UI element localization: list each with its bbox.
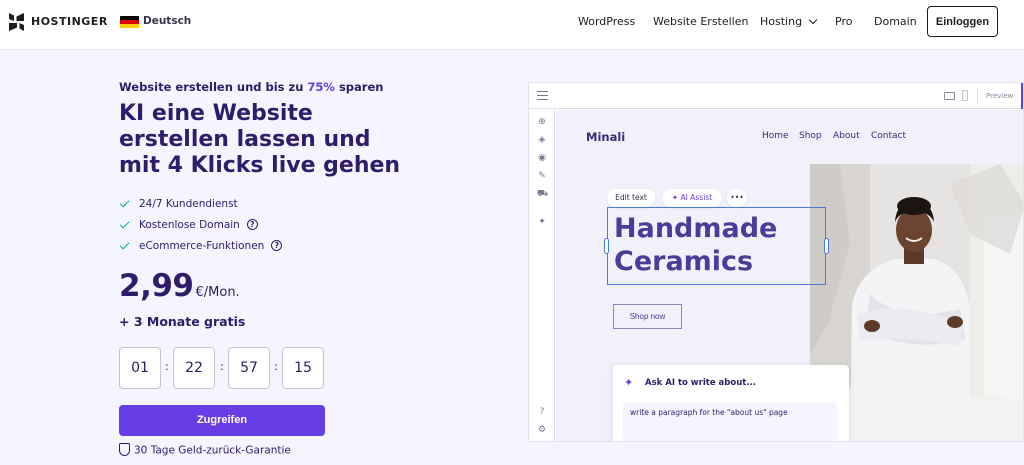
title-selection-frame[interactable]: Handmade Ceramics — [604, 207, 829, 285]
countdown-hours: 22 — [173, 347, 215, 389]
guarantee: 30 Tage Geld-zurück-Garantie — [119, 443, 291, 457]
desktop-view-icon[interactable] — [944, 92, 955, 100]
menu-icon[interactable] — [537, 91, 548, 100]
login-button[interactable]: Einloggen — [927, 6, 998, 37]
nav-link-domain[interactable]: Domain — [874, 15, 917, 28]
more-options-icon[interactable]: ••• — [727, 189, 747, 207]
feature-item: Kostenlose Domain? — [119, 218, 282, 239]
resize-handle-left[interactable] — [604, 238, 609, 254]
builder-topbar: Preview — [529, 83, 1023, 109]
cart-icon[interactable]: ⛟ — [537, 189, 548, 199]
feature-list: 24/7 Kundendienst Kostenlose Domain? eCo… — [119, 197, 283, 260]
ai-assist-button[interactable]: ✦ AI Assist — [662, 189, 722, 207]
nav-link-wordpress[interactable]: WordPress — [578, 15, 635, 28]
ai-sparkle-icon: ✦ — [671, 193, 681, 202]
top-nav: HOSTINGER Deutsch WordPress Website Erst… — [0, 0, 1024, 50]
help-icon[interactable]: ? — [271, 239, 283, 251]
divider — [977, 88, 978, 104]
brand-name[interactable]: HOSTINGER — [31, 15, 108, 28]
check-icon — [119, 197, 130, 208]
nav-link-website-erstellen[interactable]: Website Erstellen — [653, 15, 748, 28]
nav-link-pro[interactable]: Pro — [835, 15, 852, 28]
countdown-separator: : — [220, 360, 224, 373]
edit-text-button[interactable]: Edit text — [607, 189, 655, 207]
site-hero-title: Handmade Ceramics — [614, 212, 777, 278]
site-nav-about[interactable]: About — [833, 131, 860, 141]
ai-assist-label: AI Assist — [680, 193, 713, 202]
settings-icon[interactable]: ⚙ — [537, 425, 547, 435]
guarantee-text: 30 Tage Geld-zurück-Garantie — [134, 444, 291, 457]
chevron-down-icon — [808, 15, 818, 25]
ai-prompt-input[interactable]: write a paragraph for the "about us" pag… — [623, 402, 837, 441]
countdown-separator: : — [165, 360, 169, 373]
mobile-view-icon[interactable] — [962, 90, 968, 101]
edit-page-icon[interactable]: ✎ — [537, 171, 547, 181]
nav-link-hosting-label: Hosting — [760, 15, 803, 28]
price-unit: €/Mon. — [195, 285, 240, 300]
countdown-minutes: 57 — [228, 347, 270, 389]
nav-link-hosting[interactable]: Hosting — [760, 15, 818, 28]
check-icon — [119, 218, 130, 229]
promo-highlight: 75% — [307, 80, 335, 94]
feature-item: 24/7 Kundendienst — [119, 197, 282, 218]
bonus-text: + 3 Monate gratis — [119, 314, 246, 329]
site-logo[interactable]: Minali — [586, 130, 625, 144]
site-canvas: Minali Home Shop About Contact Edit text… — [556, 110, 1023, 441]
site-hero-title-line: Ceramics — [614, 246, 754, 277]
countdown-days: 01 — [119, 347, 161, 389]
hero-headline: KI eine Website erstellen lassen und mit… — [119, 101, 401, 178]
cta-button[interactable]: Zugreifen — [119, 405, 325, 436]
feature-label: Kostenlose Domain — [139, 219, 240, 231]
check-icon — [119, 239, 130, 250]
site-nav-shop[interactable]: Shop — [799, 131, 822, 141]
builder-preview: Preview ⊕ ◈ ◉ ✎ ⛟ ✦ ? ⚙ Minali Home Shop… — [528, 82, 1024, 442]
promo-suffix: sparen — [334, 80, 384, 94]
resize-handle-right[interactable] — [824, 238, 829, 254]
feature-item: eCommerce-Funktionen? — [119, 239, 283, 260]
site-hero-title-line: Handmade — [614, 213, 778, 244]
countdown-separator: : — [274, 360, 278, 373]
ai-prompt-card: ✦ Ask AI to write about... write a parag… — [613, 365, 849, 441]
promo-prefix: Website erstellen und bis zu — [119, 80, 308, 94]
preview-button[interactable]: Preview — [986, 92, 1013, 100]
promo-line: Website erstellen und bis zu 75% sparen — [119, 80, 383, 94]
price-value: 2,99 — [119, 268, 194, 304]
ai-sparkle-icon: ✦ — [624, 376, 634, 389]
ai-sparkle-icon[interactable]: ✦ — [537, 217, 547, 227]
shield-check-icon — [119, 443, 130, 456]
help-icon[interactable]: ? — [537, 407, 547, 417]
palette-icon[interactable]: ◉ — [537, 153, 547, 163]
builder-sidebar: ⊕ ◈ ◉ ✎ ⛟ ✦ ? ⚙ — [529, 109, 555, 441]
feature-label: eCommerce-Funktionen — [139, 240, 265, 252]
german-flag-icon[interactable] — [120, 16, 139, 28]
countdown-seconds: 15 — [282, 347, 324, 389]
help-icon[interactable]: ? — [246, 218, 258, 230]
site-nav-home[interactable]: Home — [762, 131, 789, 141]
language-selector[interactable]: Deutsch — [143, 15, 191, 27]
price: 2,99 €/Mon. — [119, 268, 240, 304]
layers-icon[interactable]: ◈ — [537, 135, 547, 145]
feature-label: 24/7 Kundendienst — [139, 198, 238, 210]
shop-now-button[interactable]: Shop now — [613, 304, 682, 329]
add-icon[interactable]: ⊕ — [537, 117, 547, 127]
site-nav-contact[interactable]: Contact — [871, 131, 906, 141]
hostinger-logo-icon[interactable] — [7, 12, 27, 32]
ai-prompt-title: Ask AI to write about... — [645, 378, 757, 388]
